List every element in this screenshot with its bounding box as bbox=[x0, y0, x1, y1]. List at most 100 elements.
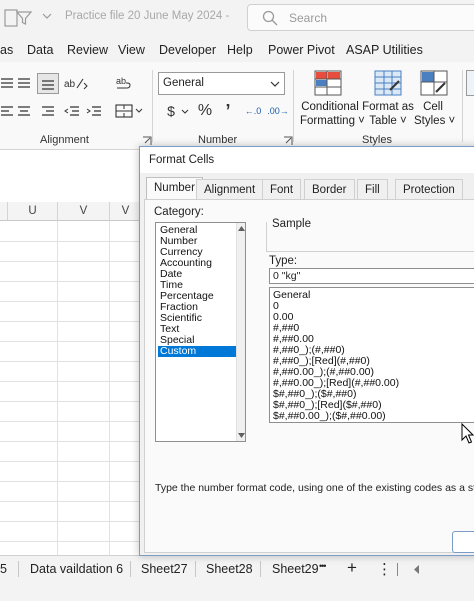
window-title: Practice file 20 June May 2024 - bbox=[65, 10, 230, 22]
tab-protection[interactable]: Protection bbox=[395, 179, 463, 199]
column-header-w[interactable]: V bbox=[110, 202, 142, 221]
svg-text:ab: ab bbox=[64, 79, 76, 90]
align-center-icon[interactable] bbox=[14, 102, 34, 120]
row-gridline bbox=[0, 341, 142, 342]
dropdown-chevron-icon[interactable] bbox=[42, 12, 52, 20]
align-middle-icon[interactable] bbox=[14, 74, 34, 92]
group-separator bbox=[152, 70, 153, 142]
chevron-down-icon bbox=[270, 80, 280, 88]
conditional-formatting-icon[interactable] bbox=[314, 70, 342, 96]
row-gridline bbox=[0, 501, 142, 502]
title-bar: Practice file 20 June May 2024 - Search bbox=[0, 0, 474, 36]
sheet-tab-sheet29[interactable]: Sheet29 bbox=[272, 562, 319, 576]
menu-tab-power-pivot[interactable]: Power Pivot bbox=[268, 43, 335, 57]
menu-bar: as Data Review View Developer Help Power… bbox=[0, 36, 474, 62]
align-right-icon[interactable] bbox=[37, 102, 59, 120]
align-bottom-icon[interactable] bbox=[37, 73, 59, 94]
comma-style-button[interactable]: ’ bbox=[219, 101, 237, 121]
search-icon bbox=[262, 10, 278, 26]
search-box[interactable]: Search bbox=[247, 4, 474, 31]
row-gridline bbox=[0, 241, 142, 242]
type-label: Type: bbox=[269, 255, 298, 267]
category-item-custom[interactable]: Custom bbox=[158, 346, 242, 357]
tab-split-handle[interactable] bbox=[397, 563, 398, 576]
tab-alignment[interactable]: Alignment bbox=[196, 179, 264, 199]
menu-tab-formulas[interactable]: as bbox=[0, 43, 13, 57]
format-as-table-icon[interactable] bbox=[374, 70, 402, 96]
number-dialog-launcher-icon[interactable] bbox=[283, 136, 293, 146]
row-gridline bbox=[0, 461, 142, 462]
tab-fill[interactable]: Fill bbox=[357, 179, 388, 199]
format-cells-dialog: Format Cells Number Alignment Font Borde… bbox=[139, 146, 474, 556]
sample-label: Sample bbox=[271, 218, 312, 230]
insert-cells-icon[interactable] bbox=[466, 70, 474, 96]
row-gridline bbox=[0, 281, 142, 282]
svg-text:ab: ab bbox=[116, 76, 126, 86]
decrease-indent-icon[interactable] bbox=[62, 102, 82, 120]
format-code-list[interactable]: General 0 0.00 #,##0 #,##0.00 #,##0_);(#… bbox=[269, 287, 474, 423]
row-gridline bbox=[0, 441, 142, 442]
menu-tab-view[interactable]: View bbox=[118, 43, 145, 57]
conditional-formatting-button[interactable]: Conditional Formatting ˅ bbox=[300, 100, 365, 128]
wrap-text-icon[interactable]: ab bbox=[113, 74, 133, 92]
currency-chevron-icon[interactable] bbox=[181, 109, 189, 115]
format-code-item[interactable]: $#,##0.00_);($#,##0.00) bbox=[273, 411, 386, 422]
dialog-title-bar[interactable]: Format Cells bbox=[140, 147, 474, 173]
category-scrollbar[interactable] bbox=[236, 223, 245, 441]
format-as-table-button[interactable]: Format as Table ˅ bbox=[362, 100, 414, 128]
column-header[interactable] bbox=[0, 202, 8, 221]
category-list[interactable]: General Number Currency Accounting Date … bbox=[155, 222, 246, 442]
scroll-up-icon[interactable] bbox=[238, 226, 245, 231]
merge-center-icon[interactable] bbox=[113, 102, 145, 120]
number-format-dropdown[interactable]: General bbox=[158, 72, 285, 95]
menu-tab-asap-utilities[interactable]: ASAP Utilities bbox=[346, 43, 423, 57]
sheet-options-button[interactable]: ⋮ bbox=[377, 560, 392, 578]
status-bar bbox=[0, 581, 474, 601]
align-top-icon[interactable] bbox=[0, 74, 14, 92]
orientation-icon[interactable]: ab bbox=[62, 74, 90, 92]
column-header-u[interactable]: U bbox=[8, 202, 58, 221]
row-gridline bbox=[0, 301, 142, 302]
ok-button[interactable] bbox=[452, 531, 474, 553]
increase-decimal-button[interactable]: ←.0 bbox=[242, 102, 264, 120]
scroll-down-icon[interactable] bbox=[238, 433, 245, 438]
more-sheets-button[interactable]: ••• bbox=[319, 561, 327, 571]
tab-number[interactable]: Number bbox=[146, 177, 203, 200]
menu-tab-help[interactable]: Help bbox=[227, 43, 253, 57]
row-gridline bbox=[0, 481, 142, 482]
row-gridline bbox=[0, 361, 142, 362]
scroll-left-icon[interactable] bbox=[414, 565, 420, 574]
row-gridline bbox=[0, 381, 142, 382]
sample-group-border bbox=[266, 222, 267, 252]
type-input[interactable]: 0 "kg" bbox=[269, 268, 474, 284]
sheet-tab-5[interactable]: 5 bbox=[0, 562, 7, 576]
currency-button[interactable]: $ bbox=[162, 102, 180, 120]
increase-indent-icon[interactable] bbox=[84, 102, 104, 120]
align-left-icon[interactable] bbox=[0, 102, 14, 120]
decrease-decimal-button[interactable]: .00→ bbox=[266, 102, 290, 120]
sheet-tab-data-validation-6[interactable]: Data vaildation 6 bbox=[30, 562, 123, 576]
tab-divider bbox=[195, 561, 196, 577]
tab-border[interactable]: Border bbox=[304, 179, 355, 199]
tab-divider bbox=[260, 561, 261, 577]
menu-tab-data[interactable]: Data bbox=[27, 43, 53, 57]
alignment-dialog-launcher-icon[interactable] bbox=[142, 136, 152, 146]
sheet-tab-sheet27[interactable]: Sheet27 bbox=[141, 562, 188, 576]
sheet-tab-sheet28[interactable]: Sheet28 bbox=[206, 562, 253, 576]
row-gridline bbox=[0, 261, 142, 262]
percent-button[interactable]: % bbox=[194, 102, 216, 120]
number-tab-panel: Category: General Number Currency Accoun… bbox=[144, 199, 474, 553]
menu-tab-developer[interactable]: Developer bbox=[159, 43, 216, 57]
cell-styles-button[interactable]: Cell Styles ˅ bbox=[414, 100, 455, 128]
number-format-value: General bbox=[163, 77, 204, 89]
row-gridline bbox=[0, 521, 142, 522]
tab-font[interactable]: Font bbox=[262, 179, 302, 199]
cell-styles-icon[interactable] bbox=[420, 70, 448, 96]
column-header-v[interactable]: V bbox=[58, 202, 110, 221]
menu-tab-review[interactable]: Review bbox=[67, 43, 108, 57]
tab-divider bbox=[130, 561, 131, 577]
add-sheet-button[interactable]: + bbox=[347, 558, 357, 578]
sample-group-border bbox=[266, 251, 474, 252]
filter-icon[interactable] bbox=[16, 10, 32, 26]
mouse-cursor-icon bbox=[461, 423, 474, 445]
